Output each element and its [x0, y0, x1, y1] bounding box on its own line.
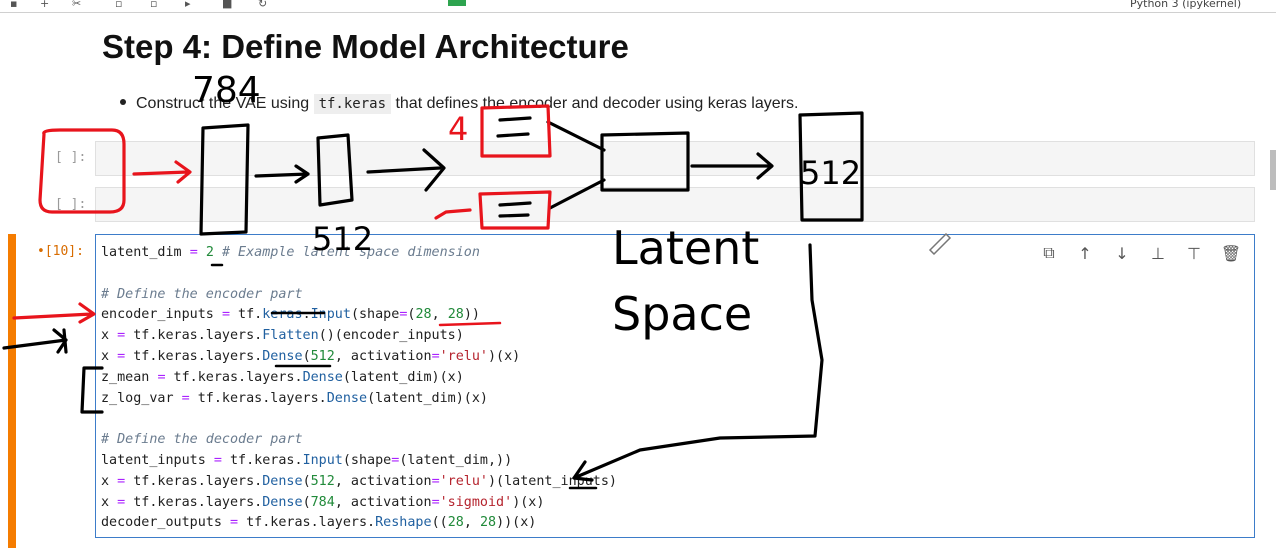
- paste-icon[interactable]: ▫: [150, 0, 157, 9]
- cell-toolbar: ⧉ ↑ ↓ ⊥ ⊤ 🗑: [1038, 242, 1248, 264]
- cell-prompt: [ ]:: [55, 150, 87, 165]
- kernel-status[interactable]: Python 3 (ipykernel): [1130, 0, 1241, 10]
- bullet-text-end: that defines the encoder and decoder usi…: [391, 95, 799, 112]
- cell-prompt: [ ]:: [55, 197, 87, 212]
- scrollbar-thumb[interactable]: [1270, 150, 1276, 190]
- page-title: Step 4: Define Model Architecture: [102, 28, 629, 65]
- notebook-toolbar: ▪ + ✂ ▫ ▫ ▸ ■ ↻ Python 3 (ipykernel): [0, 0, 1276, 13]
- restart-icon[interactable]: ↻: [258, 0, 267, 9]
- input-pointer-arrow: [12, 302, 96, 324]
- delete-icon[interactable]: 🗑: [1220, 242, 1242, 264]
- code-cell-empty[interactable]: [95, 187, 1255, 222]
- insert-above-icon[interactable]: ⊥: [1147, 242, 1169, 264]
- bullet-item: Construct the VAE using tf.keras that de…: [120, 94, 799, 114]
- copy-icon[interactable]: ▫: [115, 0, 122, 9]
- add-icon[interactable]: +: [40, 0, 49, 9]
- bullet-dot: [120, 98, 126, 105]
- cut-icon[interactable]: ✂: [72, 0, 81, 9]
- inline-code: tf.keras: [313, 94, 392, 114]
- save-icon[interactable]: ▪: [10, 0, 17, 9]
- code-cell-empty[interactable]: [95, 141, 1255, 176]
- move-up-icon[interactable]: ↑: [1074, 242, 1096, 264]
- mean-bars: [496, 116, 532, 138]
- stop-icon[interactable]: ■: [222, 0, 232, 9]
- insert-below-icon[interactable]: ⊤: [1183, 242, 1205, 264]
- run-icon[interactable]: ▸: [185, 0, 191, 9]
- bullet-text: Construct the VAE using: [136, 95, 314, 112]
- code-editor[interactable]: latent_dim = 2 # Example latent space di…: [101, 243, 617, 534]
- trust-indicator: [448, 0, 466, 6]
- active-cell-indicator: [8, 234, 16, 548]
- cell-prompt-active: •[10]:: [37, 244, 84, 259]
- duplicate-icon[interactable]: ⧉: [1038, 242, 1060, 264]
- move-down-icon[interactable]: ↓: [1111, 242, 1133, 264]
